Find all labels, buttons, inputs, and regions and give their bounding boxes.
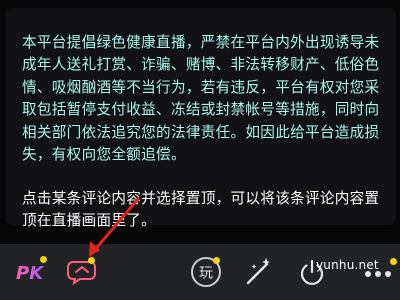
red-arrow-annotation <box>89 197 140 257</box>
live-room-screen: 本平台提倡绿色健康直播，严禁在平台内外出现诱导未成年人送礼打赏、诈骗、赌博、非法… <box>0 0 400 300</box>
